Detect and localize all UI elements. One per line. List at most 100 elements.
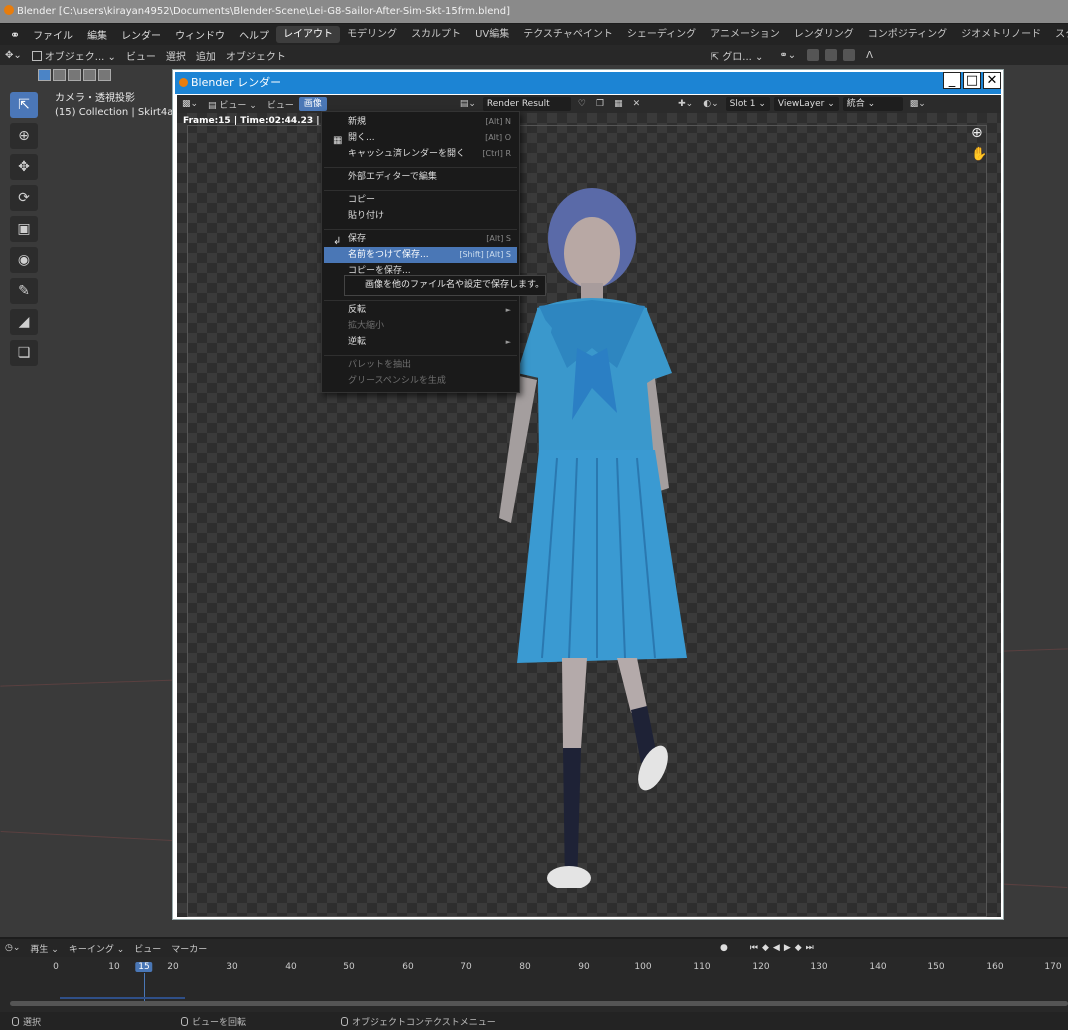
play-icon[interactable]: ▶ <box>784 943 791 953</box>
view-mode-selector[interactable]: ▤ ビュー ⌄ <box>203 98 262 111</box>
jump-start-icon[interactable]: ⏮ <box>750 943 758 953</box>
mouse-left-icon <box>12 1016 19 1026</box>
fake-user-icon[interactable]: ♡ <box>573 99 591 109</box>
cursor-tool-icon[interactable]: ⊕ <box>10 123 38 149</box>
select-extend-icon[interactable] <box>53 69 66 81</box>
menu-file[interactable]: ファイル <box>26 27 80 42</box>
menu-object[interactable]: オブジェクト <box>221 48 291 63</box>
menu-playback[interactable]: 再生 ⌄ <box>25 942 63 955</box>
menu-item-save-as[interactable]: 名前をつけて保存... [Shift] [Alt] S <box>324 247 517 263</box>
tab-animation[interactable]: アニメーション <box>703 26 787 43</box>
render-canvas[interactable]: Frame:15 | Time:02:44.23 | Mem: ⊕ ✋ <box>177 113 1001 917</box>
prev-keyframe-icon[interactable]: ◆ <box>762 943 769 953</box>
menu-item-save[interactable]: ↲ 保存 [Alt] S <box>324 231 517 247</box>
select-new-icon[interactable] <box>38 69 51 81</box>
menu-item-label: 開く... <box>348 133 375 143</box>
menu-item-new[interactable]: 新規 [Alt] N <box>324 114 517 130</box>
annotate-tool-icon[interactable]: ✎ <box>10 278 38 304</box>
tab-scripting[interactable]: スクリプト作成 <box>1048 26 1068 43</box>
display-channels-icon[interactable]: ◐⌄ <box>698 99 723 109</box>
menu-item-resize[interactable]: 拡大縮小 <box>324 318 517 334</box>
menu-item-extract-palette[interactable]: パレットを抽出 <box>324 357 517 373</box>
menu-view[interactable]: ビュー <box>129 942 166 955</box>
menu-window[interactable]: ウィンドウ <box>168 27 232 42</box>
menu-view[interactable]: ビュー <box>262 98 299 111</box>
menu-image[interactable]: 画像 <box>298 97 327 111</box>
select-subtract-icon[interactable] <box>68 69 81 81</box>
tab-texture-paint[interactable]: テクスチャペイント <box>516 26 620 43</box>
menu-edit[interactable]: 編集 <box>80 27 114 42</box>
pan-hand-icon[interactable]: ✋ <box>971 147 987 163</box>
pass-label: 統合 <box>846 99 865 109</box>
os-title-bar: Blender [C:\users\kirayan4952\Documents\… <box>0 0 1068 23</box>
tab-uv-edit[interactable]: UV編集 <box>468 26 516 43</box>
tab-compositing[interactable]: コンポジティング <box>861 26 954 43</box>
menu-marker[interactable]: マーカー <box>166 942 212 955</box>
tab-layout[interactable]: レイアウト <box>276 26 341 43</box>
slot-selector[interactable]: Slot 1 ⌄ <box>725 97 770 111</box>
rotate-tool-icon[interactable]: ⟳ <box>10 185 38 211</box>
menu-add[interactable]: 追加 <box>191 48 221 63</box>
record-icon[interactable]: ● <box>720 943 728 953</box>
menu-item-flip[interactable]: 反転 ► <box>324 302 517 318</box>
proportional-edit-icon[interactable] <box>843 49 856 61</box>
pass-selector[interactable]: 統合 ⌄ <box>842 97 903 111</box>
add-cube-tool-icon[interactable]: ❏ <box>10 340 38 366</box>
menu-item-open[interactable]: ▦ 開く... [Alt] O <box>324 130 517 146</box>
jump-end-icon[interactable]: ⏭ <box>806 943 814 953</box>
play-reverse-icon[interactable]: ◀ <box>773 943 780 953</box>
viewport-header-tools: ⇱ グロ... ⌄ ⚭⌄ Λ <box>706 45 878 65</box>
tab-shading[interactable]: シェーディング <box>620 26 703 43</box>
maximize-icon[interactable]: □ <box>963 72 981 89</box>
tab-geometry-nodes[interactable]: ジオメトリノード <box>954 26 1048 43</box>
select-invert-icon[interactable] <box>83 69 96 81</box>
next-keyframe-icon[interactable]: ◆ <box>795 943 802 953</box>
snap-icon[interactable] <box>807 49 820 61</box>
timeline[interactable]: 0 10 15 20 30 40 50 60 70 80 90 100 110 … <box>0 957 1068 1012</box>
pivot-icon[interactable]: ⚭⌄ <box>774 50 801 61</box>
measure-tool-icon[interactable]: ◢ <box>10 309 38 335</box>
close-icon[interactable]: ✕ <box>983 72 1001 89</box>
menu-help[interactable]: ヘルプ <box>232 27 276 42</box>
open-image-icon[interactable]: ▦ <box>609 99 628 109</box>
view-layer-selector[interactable]: ViewLayer ⌄ <box>773 97 839 111</box>
editor-type-icon[interactable]: ◷⌄ <box>0 943 25 953</box>
editor-type-icon[interactable]: ✥⌄ <box>0 50 27 61</box>
tab-sculpt[interactable]: スカルプト <box>404 26 468 43</box>
menu-item-paste[interactable]: 貼り付け <box>324 208 517 224</box>
transform-orientation-selector[interactable]: ⇱ グロ... ⌄ <box>706 48 769 63</box>
menu-keying[interactable]: キーイング ⌄ <box>64 942 129 955</box>
menu-render[interactable]: レンダー <box>114 27 168 42</box>
shortcut-label: [Alt] N <box>485 117 511 126</box>
current-frame-indicator[interactable]: 15 <box>135 962 153 972</box>
zoom-icon[interactable]: ⊕ <box>971 125 987 141</box>
snap-target-icon[interactable] <box>825 49 838 61</box>
editor-type-icon[interactable]: ▩⌄ <box>177 99 203 109</box>
falloff-icon[interactable]: Λ <box>861 50 878 61</box>
mode-selector[interactable]: オブジェク... ⌄ <box>27 48 121 63</box>
menu-item-edit-externally[interactable]: 外部エディターで編集 <box>324 169 517 185</box>
menu-item-open-cached-render[interactable]: キャッシュ済レンダーを開く [Ctrl] R <box>324 146 517 162</box>
image-name-field[interactable]: Render Result <box>482 97 571 111</box>
sample-tool-icon[interactable]: ✚⌄ <box>673 99 698 109</box>
new-image-icon[interactable]: ❐ <box>591 99 609 109</box>
overlay-icon[interactable]: ▩⌄ <box>905 99 931 109</box>
menu-item-generate-grease-pencil[interactable]: グリースペンシルを生成 <box>324 373 517 389</box>
menu-separator <box>324 167 517 168</box>
move-tool-icon[interactable]: ✥ <box>10 154 38 180</box>
select-intersect-icon[interactable] <box>98 69 111 81</box>
menu-select[interactable]: 選択 <box>161 48 191 63</box>
transform-tool-icon[interactable]: ◉ <box>10 247 38 273</box>
menu-view[interactable]: ビュー <box>121 48 161 63</box>
image-browse-icon[interactable]: ▤⌄ <box>455 99 481 109</box>
blender-menu-icon[interactable]: ⚭ <box>10 28 20 42</box>
tab-modeling[interactable]: モデリング <box>340 26 404 43</box>
tab-rendering[interactable]: レンダリング <box>787 26 861 43</box>
select-box-tool-icon[interactable]: ⇱ <box>10 92 38 118</box>
unlink-icon[interactable]: ✕ <box>628 99 646 109</box>
timeline-scrollbar[interactable] <box>10 1001 1068 1006</box>
scale-tool-icon[interactable]: ▣ <box>10 216 38 242</box>
menu-item-invert[interactable]: 逆転 ► <box>324 334 517 350</box>
menu-item-copy[interactable]: コピー <box>324 192 517 208</box>
minimize-icon[interactable]: _ <box>943 72 961 89</box>
